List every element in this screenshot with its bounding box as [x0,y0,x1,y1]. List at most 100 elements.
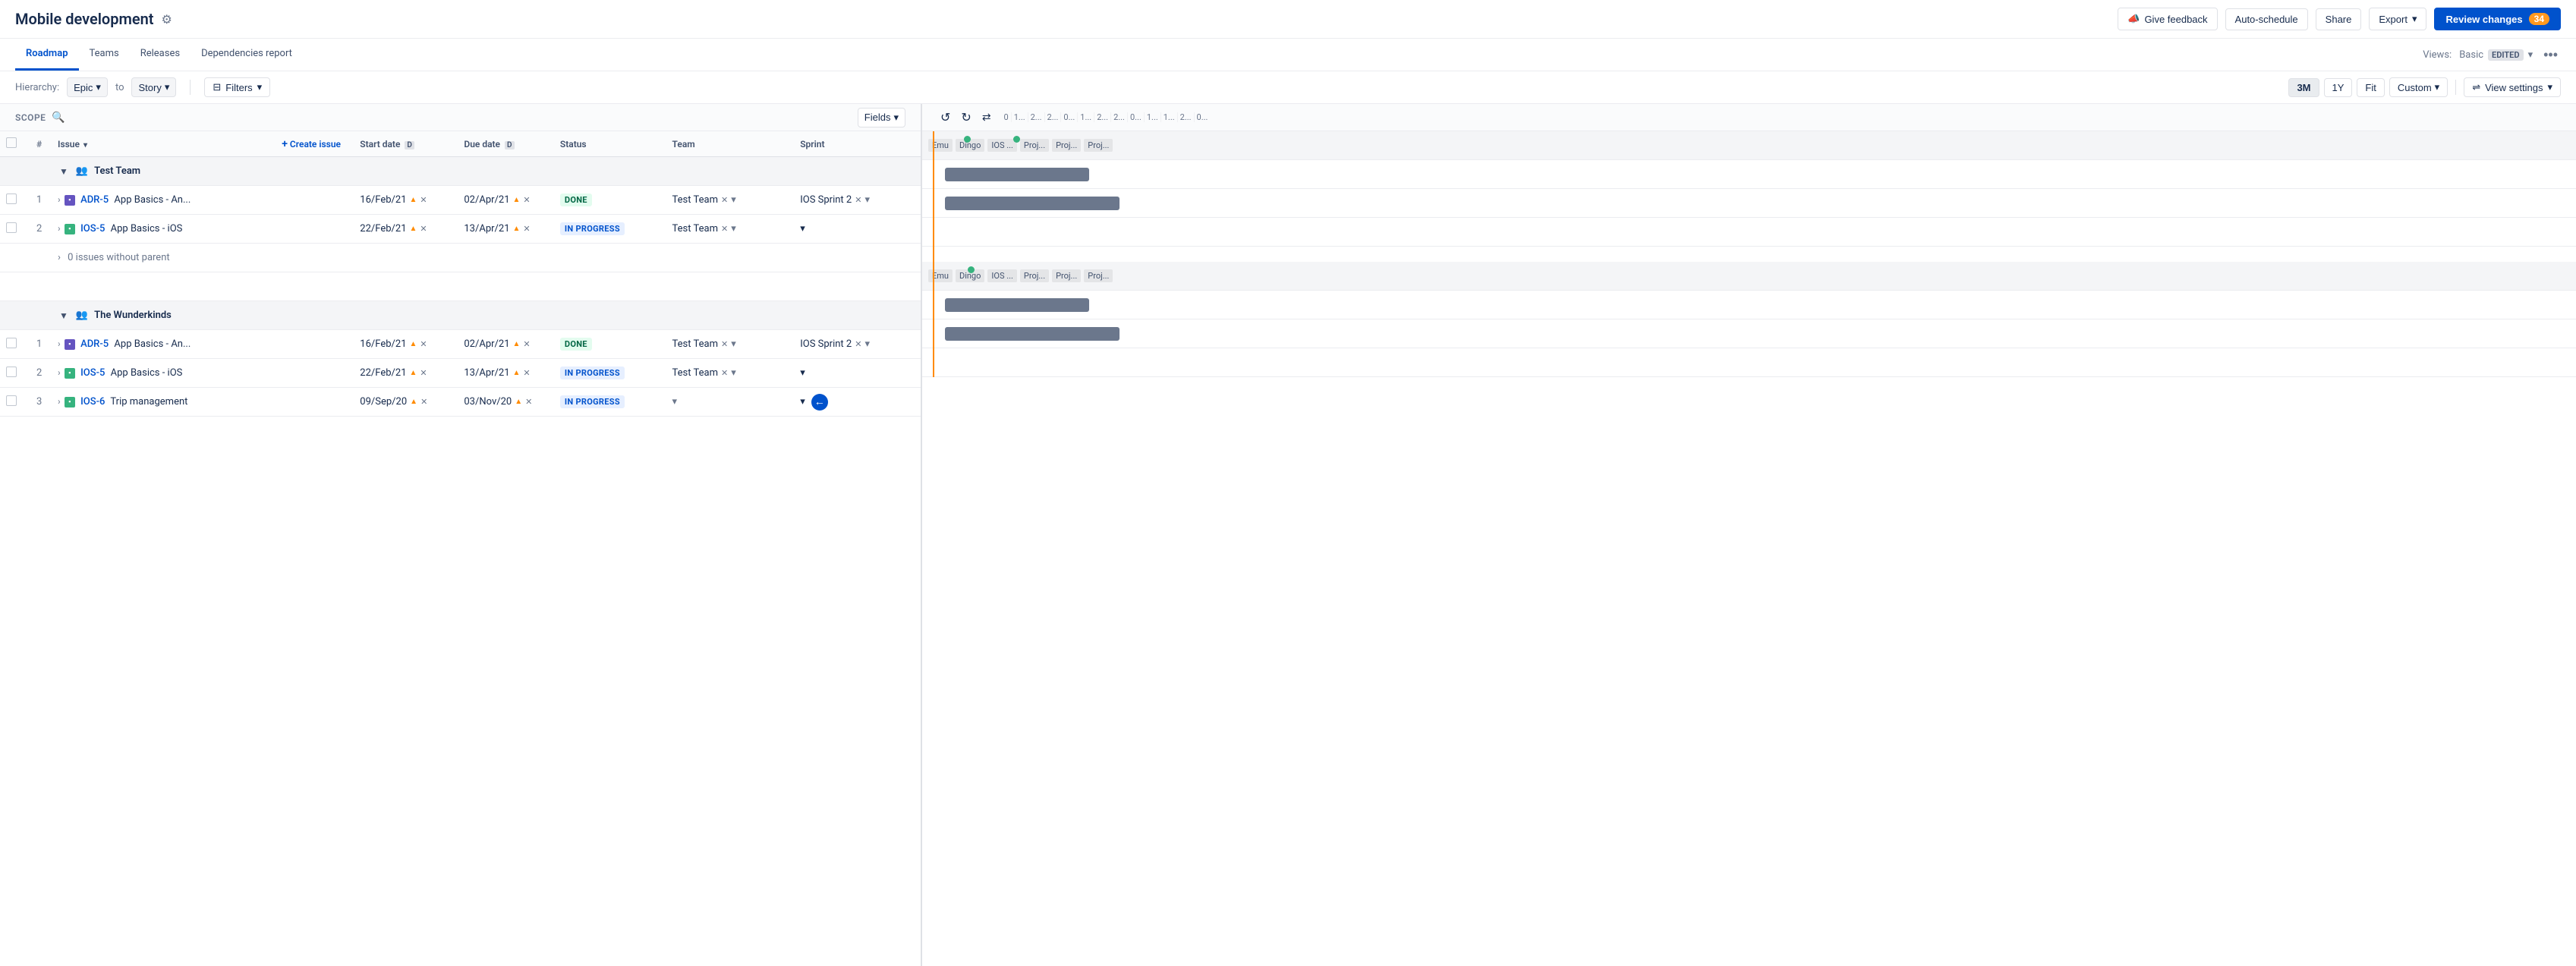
filters-button[interactable]: ⊟ Filters ▾ [204,77,270,97]
wk-row3-start-x[interactable]: ✕ [420,397,427,407]
wk-row1-team-x[interactable]: ✕ [721,339,728,349]
gantt-bar-wk2[interactable] [945,327,1120,341]
wk-row2-start-x[interactable]: ✕ [420,368,427,378]
wk-row2-expand-icon[interactable]: › [58,367,61,378]
row1-team-expand[interactable]: ▾ [731,194,736,206]
row1-team-x[interactable]: ✕ [721,195,728,205]
wk-row3-start-date[interactable]: 09/Sep/20 [360,396,407,407]
row2-due-date[interactable]: 13/Apr/21 [464,223,509,234]
row1-key[interactable]: ADR-5 [80,194,109,206]
gantt-bar-tt1[interactable] [945,168,1089,181]
gear-icon[interactable]: ⚙ [162,12,172,27]
orphan-row-test-team: › 0 issues without parent [0,244,921,272]
wk-row1-start-date[interactable]: 16/Feb/21 [360,338,406,350]
wunderkinds-expand-button[interactable]: ▼ [58,310,70,321]
row1-start: 16/Feb/21 ▲ ✕ [352,186,456,215]
test-team-expand-button[interactable]: ▼ [58,166,70,177]
time-fit-button[interactable]: Fit [2357,78,2384,97]
wk-row2-due: 13/Apr/21 ▲ ✕ [456,359,553,388]
export-button[interactable]: Export ▾ [2369,8,2426,30]
views-basic[interactable]: Basic EDITED ▾ [2459,49,2533,61]
row2-due-x[interactable]: ✕ [523,224,530,234]
view-settings-button[interactable]: ⇌ View settings ▾ [2464,77,2561,97]
gantt-row-wk1 [922,291,2576,319]
scope-search-button[interactable]: 🔍 [52,111,65,124]
row1-due-date[interactable]: 02/Apr/21 [464,194,509,206]
hierarchy-to-button[interactable]: Story ▾ [131,77,176,97]
row2-status-badge[interactable]: IN PROGRESS [560,222,625,235]
feedback-button[interactable]: 📣 Give feedback [2118,8,2217,30]
row2-expand-icon[interactable]: › [58,223,61,234]
wk-row3-due-date[interactable]: 03/Nov/20 [464,396,512,407]
wk-row2-status-badge[interactable]: IN PROGRESS [560,367,625,379]
wk-row1-team-expand[interactable]: ▾ [731,338,736,350]
gantt-redo-button[interactable]: ↻ [958,109,974,127]
wk-row2-checkbox[interactable] [6,367,17,377]
auto-schedule-button[interactable]: Auto-schedule [2225,8,2308,30]
group-num-cell [29,157,50,186]
row1-due-x[interactable]: ✕ [523,195,530,205]
wk-row3-due-x[interactable]: ✕ [525,397,532,407]
row2-checkbox[interactable] [6,222,17,233]
gantt-bar-wk1[interactable] [945,298,1089,312]
wk-row1-checkbox[interactable] [6,338,17,348]
gantt-refresh-button[interactable]: ⇄ [979,109,994,125]
back-icon[interactable]: ← [811,394,828,411]
wk-row2-sprint-expand[interactable]: ▾ [800,367,805,379]
wk-row1-due-date[interactable]: 02/Apr/21 [464,338,509,350]
wk-row3-status-badge[interactable]: IN PROGRESS [560,395,625,408]
review-changes-button[interactable]: Review changes 34 [2434,8,2561,30]
tab-teams[interactable]: Teams [79,39,130,71]
row2-team-x[interactable]: ✕ [721,224,728,234]
wk-row1-sprint-x[interactable]: ✕ [855,339,861,349]
row1-checkbox[interactable] [6,194,17,204]
green-dot-2 [1013,136,1020,143]
row1-status-badge[interactable]: DONE [560,194,592,206]
time-1y-button[interactable]: 1Y [2324,78,2353,97]
wk-row1-due-x[interactable]: ✕ [523,339,530,349]
select-all-checkbox[interactable] [6,137,17,148]
wk-row2-key[interactable]: IOS-5 [80,367,105,379]
row1-expand-icon[interactable]: › [58,194,61,205]
row1-sprint-x[interactable]: ✕ [855,195,861,205]
wk-row1-expand-icon[interactable]: › [58,338,61,349]
review-count-badge: 34 [2529,13,2549,25]
wk-row3-sprint-expand[interactable]: ▾ [800,396,805,407]
tab-releases[interactable]: Releases [130,39,191,71]
row2-key[interactable]: IOS-5 [80,223,105,234]
row1-sprint-expand[interactable]: ▾ [864,194,870,206]
row2-team-expand[interactable]: ▾ [731,223,736,234]
wk-row1-sprint-expand[interactable]: ▾ [864,338,870,350]
wk-row1-status-badge[interactable]: DONE [560,338,592,351]
wk-row3-expand-icon[interactable]: › [58,396,61,407]
wk-row2-start-date[interactable]: 22/Feb/21 [360,367,406,379]
wk-row1-start-x[interactable]: ✕ [420,339,427,349]
row2-start-date[interactable]: 22/Feb/21 [360,223,406,234]
wk-row2-due-x[interactable]: ✕ [523,368,530,378]
th-team: Team [665,131,793,157]
row1-start-x[interactable]: ✕ [420,195,427,205]
time-3m-button[interactable]: 3M [2288,78,2319,97]
row1-start-date[interactable]: 16/Feb/21 [360,194,406,206]
gantt-undo-button[interactable]: ↺ [937,109,953,127]
tab-dependencies-report[interactable]: Dependencies report [191,39,303,71]
wk-row3-checkbox[interactable] [6,395,17,406]
wk-row2-team-x[interactable]: ✕ [721,368,728,378]
more-options-button[interactable]: ••• [2540,44,2561,66]
tab-roadmap[interactable]: Roadmap [15,39,79,71]
gantt-bar-tt2[interactable] [945,197,1120,210]
wk-row3-key[interactable]: IOS-6 [80,396,105,407]
th-create-issue[interactable]: + Create issue [274,131,352,157]
row2-start-x[interactable]: ✕ [420,224,427,234]
fields-button[interactable]: Fields ▾ [858,108,905,127]
wk-row2-due-date[interactable]: 13/Apr/21 [464,367,509,379]
wk-row1-key[interactable]: ADR-5 [80,338,109,350]
wk-row2-team-expand[interactable]: ▾ [731,367,736,379]
issue-sort-icon[interactable]: ▾ [83,141,87,149]
wk-row3-team-expand[interactable]: ▾ [672,396,678,407]
custom-button[interactable]: Custom ▾ [2389,77,2448,97]
orphan-expand-icon[interactable]: › [58,252,61,263]
hierarchy-from-button[interactable]: Epic ▾ [67,77,108,97]
row2-sprint-expand[interactable]: ▾ [800,223,805,234]
share-button[interactable]: Share [2316,8,2362,30]
